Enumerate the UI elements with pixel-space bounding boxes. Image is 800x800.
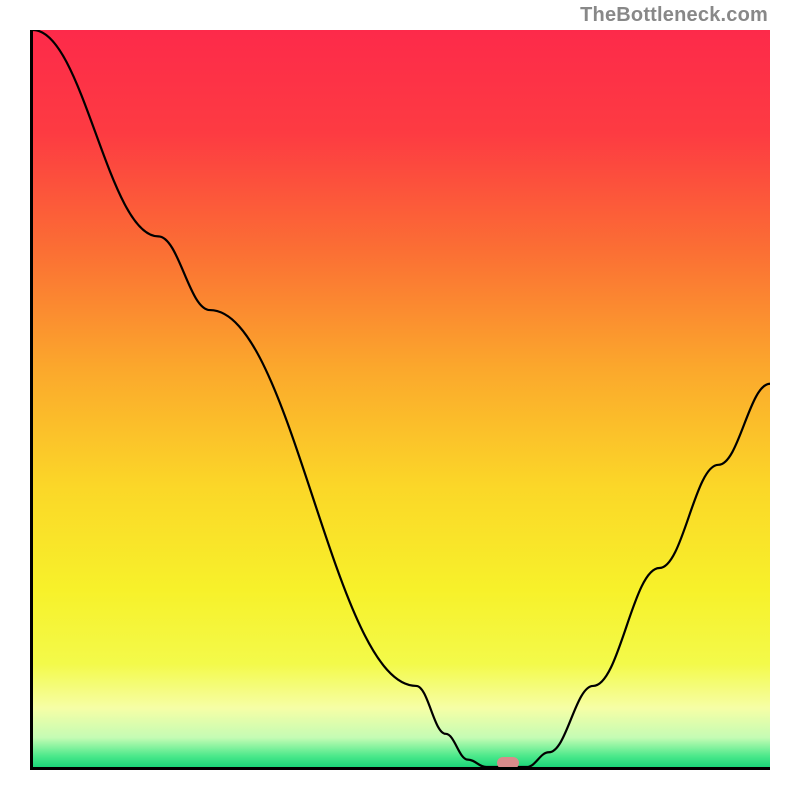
chart-area bbox=[30, 30, 770, 770]
bottleneck-gradient bbox=[33, 30, 770, 767]
watermark: TheBottleneck.com bbox=[580, 4, 768, 27]
